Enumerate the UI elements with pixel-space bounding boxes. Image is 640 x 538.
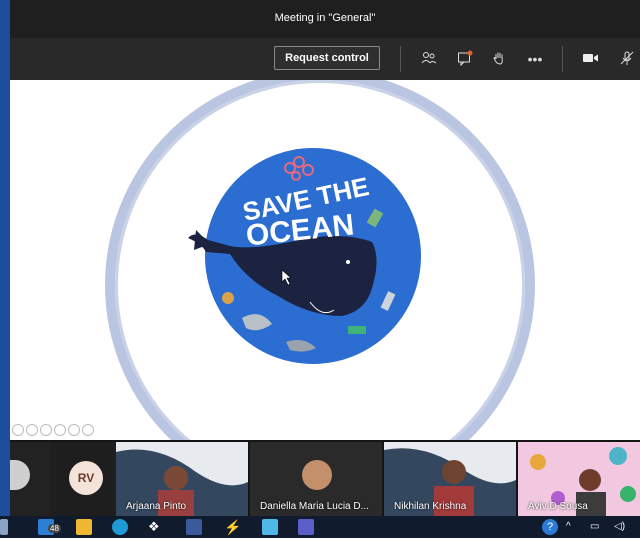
close-icon[interactable] (82, 424, 94, 436)
participant-name: Daniella Maria Lucia D... (260, 501, 369, 512)
raise-hand-icon[interactable] (490, 50, 508, 68)
app-icon[interactable] (0, 519, 8, 535)
window-title: Meeting in "General" (274, 12, 376, 24)
help-icon[interactable]: ? (542, 519, 558, 535)
chat-icon[interactable] (456, 50, 474, 68)
photos-icon[interactable] (262, 519, 278, 535)
avatar (10, 460, 30, 490)
pen-icon[interactable] (26, 424, 38, 436)
fit-icon[interactable] (68, 424, 80, 436)
zoom-out-icon[interactable] (12, 424, 24, 436)
battery-icon[interactable]: ▭ (590, 519, 606, 535)
participant-name: Aviv D Sousa (528, 501, 588, 512)
avatar (302, 460, 332, 490)
chevron-up-icon[interactable]: ^ (566, 519, 582, 535)
more-icon[interactable]: ••• (526, 50, 544, 68)
calculator-icon[interactable] (186, 519, 202, 535)
request-control-button[interactable]: Request control (274, 46, 380, 70)
zoom-in-icon[interactable] (54, 424, 66, 436)
taskbar: 48 ❖ ⚡ ? ^ ▭ ◁) (0, 516, 640, 538)
shared-screen: SAVE THE OCEAN (10, 80, 640, 440)
teams-icon[interactable] (298, 519, 314, 535)
save-the-ocean-graphic: SAVE THE OCEAN (188, 148, 421, 364)
edge-icon[interactable] (112, 519, 128, 535)
toolbar-divider (562, 46, 563, 72)
mic-off-icon[interactable] (618, 50, 636, 68)
avatar-initials: RV (69, 461, 103, 495)
participant-name: Arjaana Pinto (126, 501, 187, 512)
file-explorer-icon[interactable] (76, 519, 92, 535)
participant-tile[interactable]: Nikhilan Krishna (384, 442, 516, 516)
participant-tile[interactable]: Arjaana Pinto (116, 442, 248, 516)
dropbox-icon[interactable]: ❖ (148, 519, 164, 535)
camera-icon[interactable] (582, 50, 600, 68)
highlight-icon[interactable] (40, 424, 52, 436)
participant-tile[interactable] (10, 442, 50, 516)
participant-tile[interactable]: Aviv D Sousa (518, 442, 640, 516)
participant-tile[interactable]: RV (50, 442, 116, 516)
vscode-icon[interactable]: ⚡ (224, 519, 241, 535)
volume-icon[interactable]: ◁) (614, 519, 630, 535)
title-bar: Meeting in "General" (10, 0, 640, 38)
zoom-controls[interactable] (12, 423, 132, 437)
meeting-toolbar: Request control ••• (10, 38, 640, 80)
badge-count: 48 (48, 524, 61, 533)
participant-tile[interactable]: Daniella Maria Lucia D... (250, 442, 382, 516)
participant-name: Nikhilan Krishna (394, 501, 467, 512)
toolbar-divider (400, 46, 401, 72)
people-icon[interactable] (420, 50, 438, 68)
